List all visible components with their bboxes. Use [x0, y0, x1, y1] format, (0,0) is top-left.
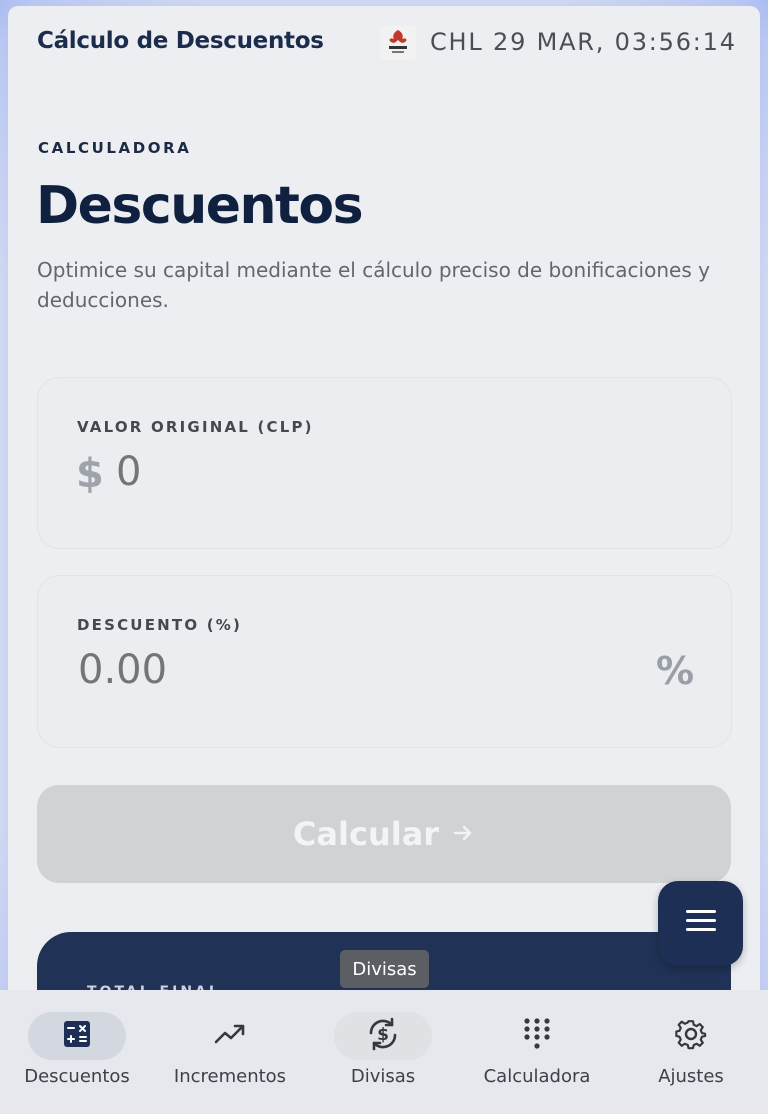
page-title: Descuentos	[36, 176, 364, 236]
nav-item-descuentos[interactable]: Descuentos	[0, 1012, 154, 1102]
nav-pill	[642, 1012, 740, 1060]
nav-active-indicator	[28, 1012, 126, 1060]
original-value-label: VALOR ORIGINAL (CLP)	[77, 418, 314, 436]
nav-item-incrementos[interactable]: Incrementos	[153, 1012, 307, 1102]
nav-item-ajustes[interactable]: Ajustes	[614, 1012, 768, 1102]
calculate-button[interactable]: Calcular	[37, 785, 731, 883]
currency-symbol: $	[76, 451, 104, 497]
nav-pill	[181, 1012, 279, 1060]
discount-label: DESCUENTO (%)	[77, 616, 243, 634]
nav-label-calculadora: Calculadora	[483, 1066, 591, 1087]
divisas-tooltip: Divisas	[340, 950, 429, 988]
discount-card: DESCUENTO (%) %	[37, 575, 732, 748]
page-subtitle: Optimice su capital mediante el cálculo …	[37, 258, 710, 312]
app-title: Cálculo de Descuentos	[37, 28, 324, 54]
discount-input[interactable]	[76, 646, 600, 694]
datetime-display: CHL 29 MAR, 03:56:14	[430, 28, 737, 56]
nav-label-descuentos: Descuentos	[24, 1066, 130, 1087]
app-screen: Cálculo de Descuentos CHL 29 MAR, 03:56:…	[0, 0, 768, 1114]
nav-item-divisas[interactable]: $ Divisas	[306, 1012, 460, 1102]
calculate-button-label: Calcular	[292, 815, 440, 853]
menu-icon	[685, 908, 717, 939]
percent-suffix: %	[656, 649, 695, 693]
original-value-input[interactable]	[114, 448, 678, 496]
trending-up-icon	[214, 1023, 246, 1050]
nav-item-calculadora[interactable]: Calculadora	[460, 1012, 614, 1102]
currency-exchange-icon: $	[365, 1016, 401, 1057]
nav-hover-indicator: $	[334, 1012, 432, 1060]
menu-fab-button[interactable]	[658, 881, 743, 966]
svg-text:$: $	[377, 1025, 389, 1045]
copihue-logo-icon	[380, 26, 416, 60]
nav-label-divisas: Divisas	[350, 1066, 416, 1087]
gear-icon	[675, 1018, 707, 1055]
arrow-right-icon	[451, 815, 475, 853]
section-overline: CALCULADORA	[38, 139, 192, 157]
bottom-navigation: Descuentos Incrementos $ Divisas Calcula…	[0, 990, 768, 1114]
nav-label-incrementos: Incrementos	[173, 1066, 287, 1087]
nav-pill	[488, 1012, 586, 1060]
original-value-card: VALOR ORIGINAL (CLP) $	[37, 377, 732, 549]
calculator-icon	[63, 1020, 91, 1053]
nav-label-ajustes: Ajustes	[658, 1066, 724, 1087]
dialpad-icon	[523, 1017, 551, 1056]
